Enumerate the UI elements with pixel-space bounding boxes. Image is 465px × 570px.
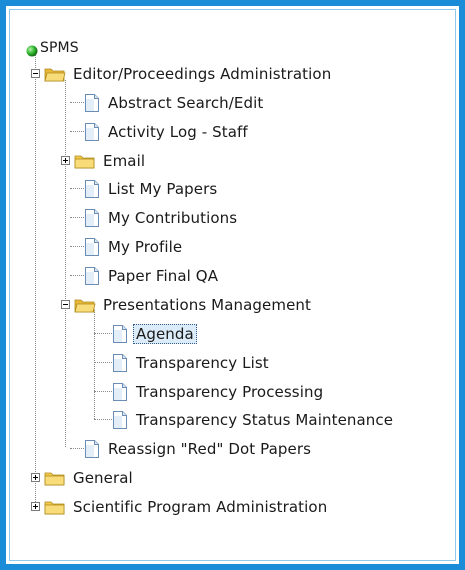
page-icon xyxy=(112,354,128,377)
page-icon xyxy=(84,440,100,463)
expand-toggle-icon[interactable] xyxy=(31,473,40,482)
page-icon xyxy=(112,325,128,348)
tree-item-transparency-list[interactable]: Transparency List xyxy=(112,353,412,373)
folder-icon xyxy=(74,153,96,174)
tree-folder-scientific-program-administration[interactable]: Scientific Program Administration xyxy=(30,497,450,517)
tree-folder-presentations-management[interactable]: Presentations Management xyxy=(60,295,420,315)
tree-line xyxy=(70,275,84,276)
tree-line xyxy=(70,188,84,189)
tree-item-abstract-search-edit[interactable]: Abstract Search/Edit xyxy=(84,93,384,113)
expand-toggle-icon[interactable] xyxy=(61,156,70,165)
tree-line xyxy=(70,131,84,132)
status-dot-icon xyxy=(26,42,38,62)
folder-icon xyxy=(44,499,66,520)
tree-line xyxy=(70,102,84,103)
tree-line xyxy=(70,246,84,247)
tree-item-agenda[interactable]: Agenda xyxy=(112,324,312,344)
folder-open-icon xyxy=(74,297,96,318)
page-icon xyxy=(84,180,100,203)
tree-line xyxy=(70,217,84,218)
page-icon xyxy=(84,238,100,261)
tree-item-my-contributions[interactable]: My Contributions xyxy=(84,208,384,228)
folder-open-icon xyxy=(44,66,66,87)
tree-folder-general[interactable]: General xyxy=(30,468,330,488)
page-icon xyxy=(84,123,100,146)
tree-line xyxy=(94,419,112,420)
tree-node-label: Editor/Proceedings Administration xyxy=(73,65,332,83)
tree-node-label: Reassign "Red" Dot Papers xyxy=(108,440,312,458)
tree-line xyxy=(94,362,112,363)
collapse-toggle-icon[interactable] xyxy=(61,300,70,309)
tree-node-label: Paper Final QA xyxy=(108,267,219,285)
tree-node-label: Scientific Program Administration xyxy=(73,498,328,516)
tree-item-activity-log-staff[interactable]: Activity Log - Staff xyxy=(84,122,384,142)
tree-item-my-profile[interactable]: My Profile xyxy=(84,237,384,257)
tree-node-label: Abstract Search/Edit xyxy=(108,94,264,112)
folder-icon xyxy=(44,470,66,491)
tree-node-label: List My Papers xyxy=(108,180,218,198)
page-icon xyxy=(84,267,100,290)
tree-item-reassign-red-dot-papers[interactable]: Reassign "Red" Dot Papers xyxy=(84,439,404,459)
tree-line xyxy=(70,448,84,449)
page-icon xyxy=(84,209,100,232)
tree-node-label: My Contributions xyxy=(108,209,238,227)
tree-line xyxy=(35,50,36,502)
tree-node-label: Transparency List xyxy=(136,354,269,372)
collapse-toggle-icon[interactable] xyxy=(31,69,40,78)
tree-line xyxy=(94,333,112,334)
tree-item-transparency-status-maintenance[interactable]: Transparency Status Maintenance xyxy=(112,410,452,430)
tree-node-label: Email xyxy=(103,152,146,170)
tree-root-spms[interactable]: SPMS xyxy=(26,38,226,58)
tree-item-list-my-papers[interactable]: List My Papers xyxy=(84,179,384,199)
tree-item-transparency-processing[interactable]: Transparency Processing xyxy=(112,382,412,402)
tree-node-label-selected: Agenda xyxy=(133,324,197,344)
tree-node-label: My Profile xyxy=(108,238,183,256)
expand-toggle-icon[interactable] xyxy=(31,502,40,511)
tree-node-label: General xyxy=(73,469,133,487)
page-icon xyxy=(84,94,100,117)
tree-folder-editor-proceedings[interactable]: Editor/Proceedings Administration xyxy=(30,64,450,84)
page-icon xyxy=(112,411,128,434)
tree-panel-frame: SPMS Editor/Proceedings Administration A… xyxy=(0,0,465,570)
navigation-tree: SPMS Editor/Proceedings Administration A… xyxy=(10,10,455,560)
tree-node-label: Presentations Management xyxy=(103,296,311,314)
tree-node-label: Activity Log - Staff xyxy=(108,123,248,141)
tree-node-label: Transparency Processing xyxy=(136,383,324,401)
page-icon xyxy=(112,383,128,406)
tree-folder-email[interactable]: Email xyxy=(60,151,360,171)
tree-line xyxy=(94,310,95,419)
tree-panel: SPMS Editor/Proceedings Administration A… xyxy=(9,9,456,561)
tree-line xyxy=(94,391,112,392)
tree-line xyxy=(65,80,66,447)
tree-node-label: Transparency Status Maintenance xyxy=(136,411,394,429)
tree-root-label: SPMS xyxy=(40,40,79,56)
tree-item-paper-final-qa[interactable]: Paper Final QA xyxy=(84,266,384,286)
